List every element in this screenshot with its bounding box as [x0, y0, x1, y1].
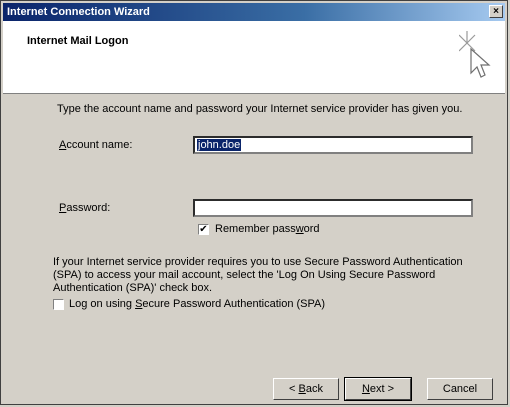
- close-button[interactable]: ×: [489, 5, 503, 18]
- page-title: Internet Mail Logon: [27, 35, 129, 47]
- back-button[interactable]: < Back: [273, 378, 339, 400]
- remember-password-checkbox[interactable]: ✔: [198, 224, 209, 235]
- spa-label: Log on using Secure Password Authenticat…: [69, 298, 326, 310]
- wizard-window: Internet Connection Wizard × Internet Ma…: [0, 0, 508, 405]
- next-button[interactable]: Next >: [344, 377, 412, 401]
- account-name-label: Account name:: [59, 139, 133, 151]
- password-label: Password:: [59, 202, 111, 214]
- cancel-button[interactable]: Cancel: [427, 378, 493, 400]
- account-name-value: john.doe: [197, 139, 242, 151]
- spa-checkbox[interactable]: [53, 299, 64, 310]
- spa-explanation-text: If your Internet service provider requir…: [53, 256, 463, 294]
- account-name-input[interactable]: john.doe: [193, 136, 473, 154]
- intro-text: Type the account name and password your …: [57, 103, 463, 115]
- wizard-header: Internet Mail Logon: [3, 21, 505, 94]
- title-bar[interactable]: Internet Connection Wizard ×: [3, 3, 505, 21]
- password-input[interactable]: [193, 199, 473, 217]
- window-title: Internet Connection Wizard: [7, 6, 150, 18]
- remember-password-label: Remember password: [215, 223, 320, 235]
- wizard-cursor-icon: [459, 31, 491, 78]
